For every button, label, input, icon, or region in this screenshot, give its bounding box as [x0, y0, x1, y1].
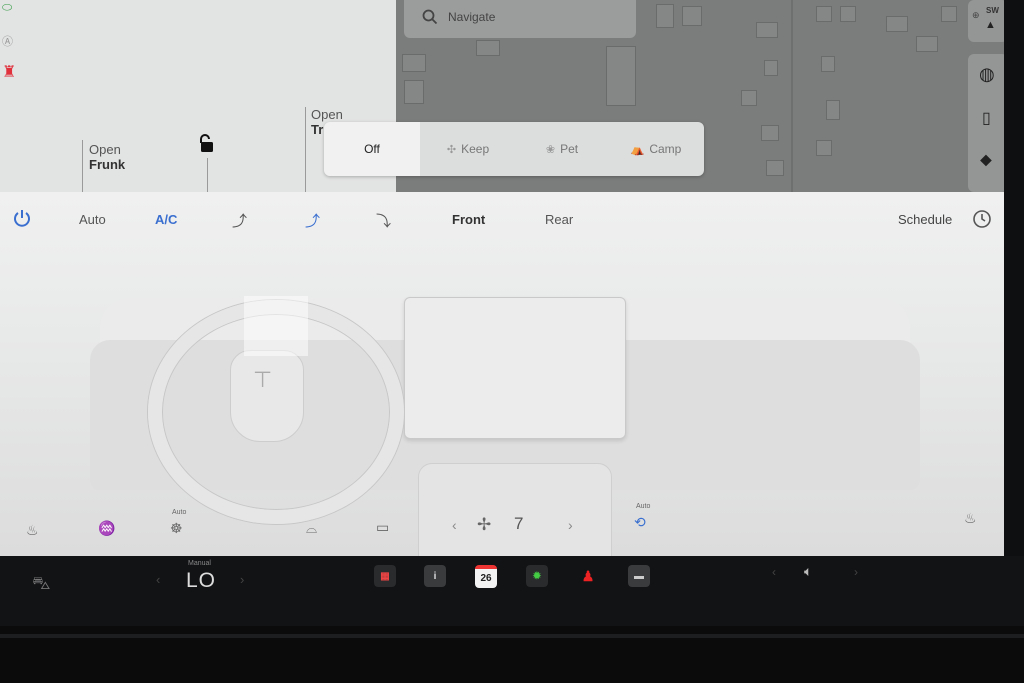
- recirculate-icon[interactable]: ⟲: [634, 514, 646, 531]
- unlock-button[interactable]: [196, 134, 216, 154]
- fan-speed-value: 7: [514, 514, 524, 533]
- power-icon: [14, 210, 30, 227]
- ac-button[interactable]: A/C: [155, 212, 177, 227]
- seatbelt-warning-icon: ♜: [2, 64, 17, 81]
- volume-decrease-icon[interactable]: ‹: [772, 565, 776, 579]
- mode-off[interactable]: Off: [324, 122, 420, 176]
- recirculate-auto-label: Auto: [636, 503, 651, 510]
- charging-icon[interactable]: ▯: [982, 108, 991, 128]
- driver-seat-heater-icon[interactable]: ♨: [26, 522, 39, 539]
- airflow-face-icon[interactable]: ⤴: [232, 210, 247, 231]
- open-frunk-label: Open: [89, 142, 121, 157]
- unlock-icon: [200, 134, 213, 152]
- front-defrost-icon[interactable]: ⌓: [306, 520, 317, 537]
- temp-mode-label: Manual: [188, 560, 211, 567]
- compass-heading: SW: [986, 6, 999, 15]
- climate-power-button[interactable]: [12, 208, 32, 233]
- touchscreen: ⬭ Ⓐ ♜ Open Frunk Open Tr Navigate SW ▲ ⊕…: [0, 0, 1004, 556]
- mode-label: Keep: [461, 142, 490, 156]
- center-screen-illustration: [404, 297, 626, 439]
- volume-icon[interactable]: 🔈︎: [804, 563, 812, 580]
- manual-info-icon[interactable]: i: [424, 565, 446, 587]
- location-pin-icon[interactable]: ⬥: [980, 150, 992, 170]
- search-icon: [422, 9, 438, 25]
- airflow-feet-icon[interactable]: ⤵: [376, 210, 391, 231]
- media-player-icon[interactable]: ▬: [628, 565, 650, 587]
- navigate-placeholder: Navigate: [448, 10, 496, 24]
- calendar-icon[interactable]: 26: [475, 565, 497, 588]
- rear-tab[interactable]: Rear: [545, 212, 573, 227]
- taskbar: [0, 556, 1024, 626]
- paw-icon: ❀: [545, 143, 556, 156]
- compass-button[interactable]: SW ▲ ⊕: [968, 0, 1004, 42]
- arcade-joystick-icon[interactable]: ♟: [577, 565, 599, 587]
- car-icon[interactable]: ⛍: [32, 573, 51, 597]
- trunk-label: Tr: [311, 122, 324, 137]
- mode-label: Camp: [649, 142, 682, 156]
- climate-keep-mode-selector: Off ✣ Keep ❀ Pet ⛺ Camp: [324, 122, 704, 176]
- headlight-telltale-icon: ⬭: [2, 0, 13, 14]
- temp-increase-icon[interactable]: ›: [240, 572, 244, 587]
- center-console-illustration: [418, 463, 612, 556]
- passenger-seat-heater-icon[interactable]: ♨: [964, 510, 977, 527]
- apps-launcher-icon[interactable]: ▦: [374, 565, 396, 587]
- north-arrow-icon: ▲: [985, 19, 996, 31]
- globe-icon[interactable]: ◍: [979, 64, 995, 85]
- steering-heat-auto-label: Auto: [172, 509, 187, 516]
- rear-defrost-icon[interactable]: ▭: [376, 519, 389, 536]
- fit-route-icon: ⊕: [972, 10, 980, 20]
- fan-icon: ✢: [477, 515, 492, 534]
- schedule-button[interactable]: Schedule: [898, 212, 952, 227]
- map-side-controls: ◍ ▯ ⬥: [968, 54, 1004, 192]
- fan-increase-icon[interactable]: ›: [568, 517, 573, 533]
- mode-keep[interactable]: ✣ Keep: [420, 122, 516, 176]
- steering-hub-illustration: ⊤: [230, 350, 304, 442]
- steering-heat-icon[interactable]: ☸: [170, 520, 183, 537]
- tent-icon: ⛺: [630, 143, 645, 156]
- tesla-logo-icon: ⊤: [253, 367, 273, 392]
- auto-button[interactable]: Auto: [79, 212, 106, 227]
- clock-icon[interactable]: [972, 209, 992, 234]
- mode-label: Off: [364, 142, 380, 156]
- steering-wheel-heater-icon[interactable]: ♒: [98, 520, 115, 537]
- navigate-search-bar[interactable]: Navigate: [404, 0, 636, 38]
- airflow-face-feet-icon[interactable]: ⤴: [305, 210, 320, 231]
- open-trunk-label: Open: [311, 107, 343, 122]
- mode-label: Pet: [560, 142, 579, 156]
- auto-headlight-icon: Ⓐ: [2, 36, 13, 48]
- volume-increase-icon[interactable]: ›: [854, 565, 858, 579]
- toybox-icon[interactable]: ✹: [526, 565, 548, 587]
- fan-decrease-icon[interactable]: ‹: [452, 517, 457, 533]
- keep-fan-icon: ✣: [446, 143, 457, 156]
- front-tab[interactable]: Front: [452, 212, 485, 227]
- mode-camp[interactable]: ⛺ Camp: [608, 122, 704, 176]
- cabin-temp-value[interactable]: LO: [186, 569, 216, 593]
- temp-decrease-icon[interactable]: ‹: [156, 572, 160, 587]
- mode-pet[interactable]: ❀ Pet: [516, 122, 608, 176]
- frunk-label: Frunk: [89, 157, 126, 172]
